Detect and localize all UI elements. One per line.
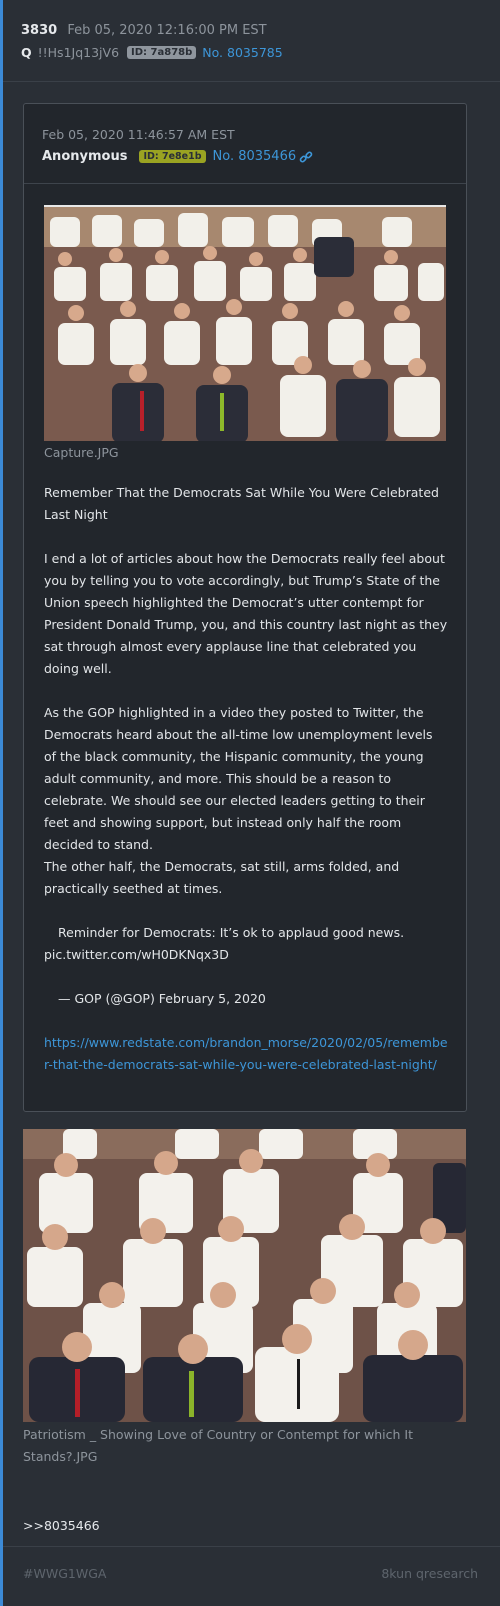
quoted-id-badge[interactable]: ID: 7e8e1b <box>139 150 206 163</box>
article-title: Remember That the Democrats Sat While Yo… <box>44 485 439 522</box>
quoted-post-card: Feb 05, 2020 11:46:57 AM EST Anonymous I… <box>23 103 467 1112</box>
post-image-attachment[interactable] <box>23 1129 466 1422</box>
quoted-author-line: Anonymous ID: 7e8e1b No. 8035466 <box>42 149 313 164</box>
post-link[interactable]: No. 8035785 <box>202 45 282 60</box>
post-header: 3830 Feb 05, 2020 12:16:00 PM EST Q !!Hs… <box>3 0 500 82</box>
post-image-capture[interactable] <box>44 205 446 441</box>
reply-reference[interactable]: >>8035466 <box>23 1518 100 1533</box>
page-footer: #WWG1WGA 8kun qresearch <box>3 1546 500 1606</box>
footer-hashtag: #WWG1WGA <box>23 1566 107 1581</box>
image-caption[interactable]: Capture.JPG <box>44 442 119 464</box>
article-paragraph-3: The other half, the Democrats, sat still… <box>44 859 400 896</box>
article-link[interactable]: https://www.redstate.com/brandon_morse/2… <box>44 1032 448 1076</box>
post-author-line: Q !!Hs1Jq13jV6 ID: 7a878b No. 8035785 <box>21 45 283 60</box>
id-badge[interactable]: ID: 7a878b <box>127 46 197 59</box>
footer-board: 8kun qresearch <box>381 1566 478 1581</box>
author-name: Q <box>21 45 32 60</box>
post-date: Feb 05, 2020 12:16:00 PM EST <box>67 23 267 38</box>
post-meta-line: 3830 Feb 05, 2020 12:16:00 PM EST <box>21 23 267 38</box>
attachment-caption[interactable]: Patriotism _ Showing Love of Country or … <box>23 1424 463 1468</box>
tweet-link: pic.twitter.com/wH0DKNqx3D <box>44 947 229 962</box>
article-paragraph-2: As the GOP highlighted in a video they p… <box>44 705 433 852</box>
quoted-post-header: Feb 05, 2020 11:46:57 AM EST Anonymous I… <box>24 104 466 184</box>
quoted-post-link[interactable]: No. 8035466 <box>213 149 297 164</box>
tweet-attribution: — GOP (@GOP) February 5, 2020 <box>58 991 266 1006</box>
quoted-author-name: Anonymous <box>42 149 128 164</box>
quoted-post-date: Feb 05, 2020 11:46:57 AM EST <box>42 127 235 142</box>
post-number: 3830 <box>21 23 58 38</box>
link-icon[interactable] <box>299 150 313 164</box>
article-paragraph-1: I end a lot of articles about how the De… <box>44 551 448 676</box>
tripcode: !!Hs1Jq13jV6 <box>37 45 120 60</box>
tweet-text: Reminder for Democrats: It’s ok to appla… <box>58 925 405 940</box>
